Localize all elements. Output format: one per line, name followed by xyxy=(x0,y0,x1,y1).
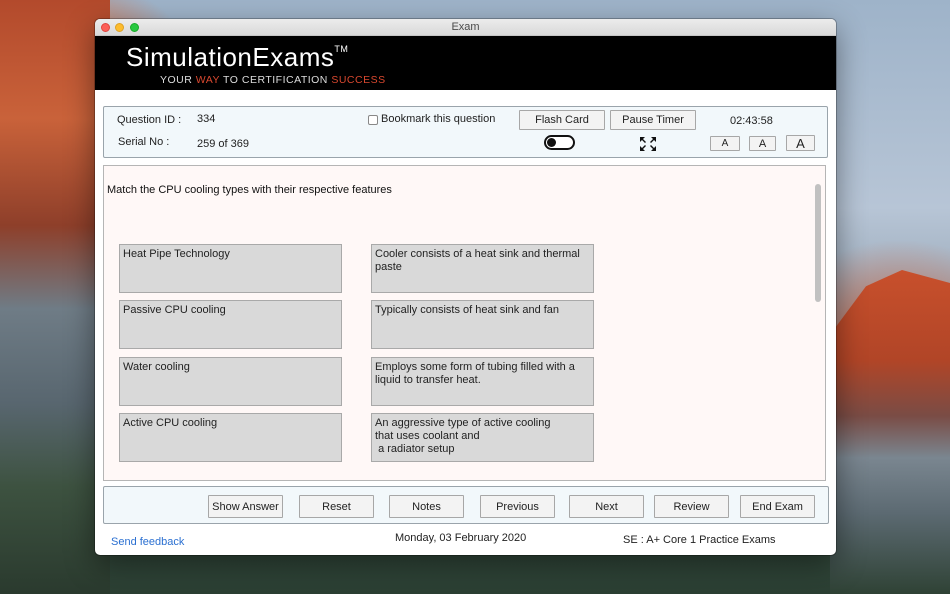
previous-button[interactable]: Previous xyxy=(480,495,555,518)
minimize-window-button[interactable] xyxy=(115,23,124,32)
question-scrollbar[interactable] xyxy=(814,184,822,474)
tagline-text-2: TO CERTIFICATION xyxy=(219,74,332,86)
font-size-small-button[interactable]: A xyxy=(710,136,740,151)
left-match-item[interactable]: Active CPU cooling xyxy=(119,413,342,462)
font-size-medium-button[interactable]: A xyxy=(749,136,776,151)
window-titlebar: Exam xyxy=(95,19,836,36)
close-window-button[interactable] xyxy=(101,23,110,32)
serial-no-value: 259 of 369 xyxy=(197,138,249,150)
tagline-way: WAY xyxy=(195,74,220,86)
send-feedback-link[interactable]: Send feedback xyxy=(111,536,184,548)
question-text: Match the CPU cooling types with their r… xyxy=(107,184,392,196)
toggle-knob xyxy=(547,138,556,147)
next-button[interactable]: Next xyxy=(569,495,644,518)
question-panel: Match the CPU cooling types with their r… xyxy=(103,165,826,481)
timer-display: 02:43:58 xyxy=(730,115,773,127)
bookmark-label[interactable]: Bookmark this question xyxy=(381,113,495,125)
scrollbar-thumb[interactable] xyxy=(815,184,821,302)
flash-card-button[interactable]: Flash Card xyxy=(519,110,605,130)
notes-button[interactable]: Notes xyxy=(389,495,464,518)
question-info-panel: Question ID : 334 Serial No : 259 of 369… xyxy=(103,106,828,158)
right-match-item[interactable]: Employs some form of tubing filled with … xyxy=(371,357,594,406)
brand-logo: SimulationExamsTM xyxy=(126,42,348,73)
end-exam-button[interactable]: End Exam xyxy=(740,495,815,518)
question-id-label: Question ID : xyxy=(117,114,182,126)
fullscreen-icon[interactable] xyxy=(639,136,657,152)
current-date: Monday, 03 February 2020 xyxy=(395,532,527,544)
question-id-value: 334 xyxy=(197,113,216,125)
right-match-item[interactable]: An aggressive type of active cooling tha… xyxy=(371,413,594,462)
brand-banner: SimulationExamsTM YOUR WAY TO CERTIFICAT… xyxy=(95,36,836,90)
left-match-item[interactable]: Heat Pipe Technology xyxy=(119,244,342,293)
right-match-item[interactable]: Typically consists of heat sink and fan xyxy=(371,300,594,349)
review-button[interactable]: Review xyxy=(654,495,729,518)
tagline-text-1: YOUR xyxy=(160,74,196,86)
desktop-wallpaper-left xyxy=(0,0,110,594)
left-match-item[interactable]: Water cooling xyxy=(119,357,342,406)
show-answer-button[interactable]: Show Answer xyxy=(208,495,283,518)
right-match-item[interactable]: Cooler consists of a heat sink and therm… xyxy=(371,244,594,293)
maximize-window-button[interactable] xyxy=(130,23,139,32)
brand-tagline: YOUR WAY TO CERTIFICATION SUCCESS xyxy=(160,74,386,86)
serial-no-label: Serial No : xyxy=(118,136,170,148)
brand-name: SimulationExams xyxy=(126,42,335,72)
exam-window: Exam SimulationExamsTM YOUR WAY TO CERTI… xyxy=(95,19,836,555)
bookmark-checkbox[interactable] xyxy=(368,115,378,125)
window-title: Exam xyxy=(451,21,480,33)
answer-mode-toggle[interactable] xyxy=(544,135,575,150)
reset-button[interactable]: Reset xyxy=(299,495,374,518)
font-size-large-button[interactable]: A xyxy=(786,135,815,151)
exam-name: SE : A+ Core 1 Practice Exams xyxy=(623,534,776,546)
navigation-panel: Show Answer Reset Notes Previous Next Re… xyxy=(103,486,829,524)
tagline-success: SUCCESS xyxy=(331,74,386,86)
desktop-wallpaper-right xyxy=(830,270,950,594)
pause-timer-button[interactable]: Pause Timer xyxy=(610,110,696,130)
trademark-mark: TM xyxy=(334,44,349,54)
left-match-item[interactable]: Passive CPU cooling xyxy=(119,300,342,349)
